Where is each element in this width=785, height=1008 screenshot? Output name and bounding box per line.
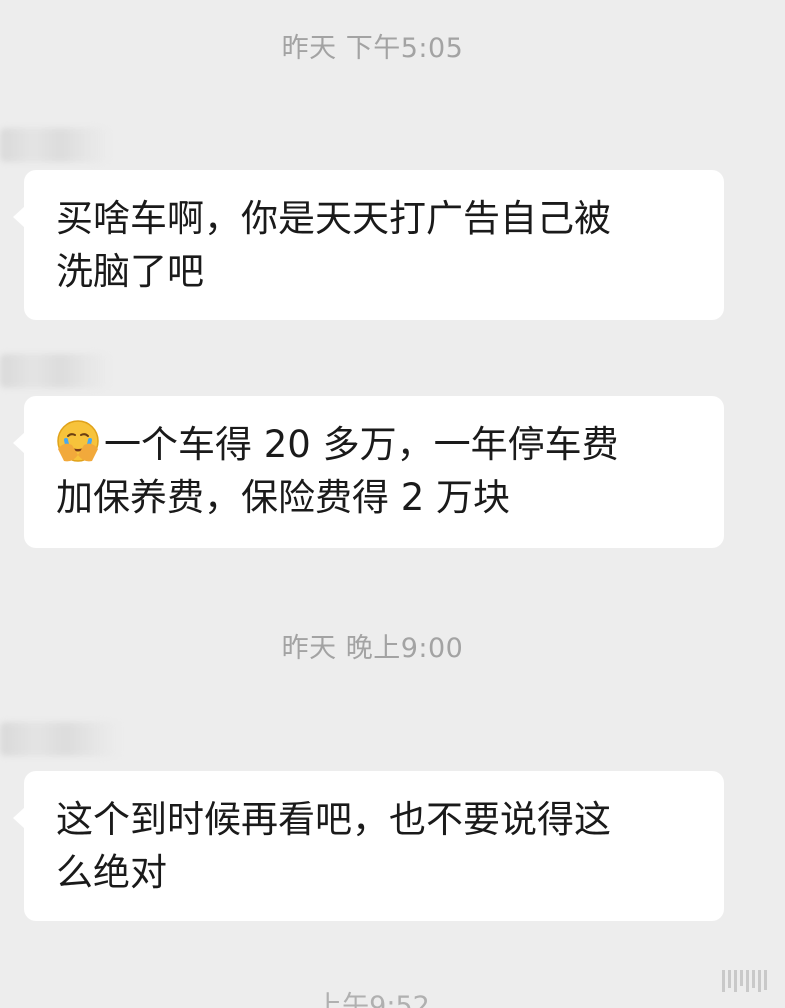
sender-name-redacted bbox=[0, 354, 110, 388]
timestamp-partial: 上午9:52 bbox=[315, 991, 430, 1008]
message-bubble[interactable]: 买啥车啊，你是天天打广告自己被 洗脑了吧 bbox=[13, 170, 724, 320]
timestamp: 昨天 晚上9:00 bbox=[281, 633, 464, 664]
face-palm-crying-emoji-icon bbox=[57, 420, 99, 462]
watermark-icon bbox=[722, 970, 767, 992]
message-text-line: 买啥车啊，你是天天打广告自己被 bbox=[56, 197, 611, 240]
sender-name-redacted bbox=[0, 128, 110, 162]
timestamp: 昨天 下午5:05 bbox=[281, 33, 464, 64]
message-text-line: 么绝对 bbox=[56, 851, 167, 894]
message-text-line: 加保养费，保险费得 2 万块 bbox=[56, 476, 511, 519]
message-bubble[interactable]: 一个车得 20 多万，一年停车费 加保养费，保险费得 2 万块 bbox=[13, 396, 724, 548]
message-bubble[interactable]: 这个到时候再看吧，也不要说得这 么绝对 bbox=[13, 771, 724, 921]
message-text-line: 洗脑了吧 bbox=[56, 250, 204, 293]
chat-view: 昨天 下午5:05 买啥车啊，你是天天打广告自己被 洗脑了吧 一个车得 20 多… bbox=[0, 0, 785, 1008]
message-text-line: 一个车得 20 多万，一年停车费 bbox=[104, 423, 619, 466]
sender-name-redacted bbox=[0, 722, 120, 756]
message-text-line: 这个到时候再看吧，也不要说得这 bbox=[56, 798, 611, 841]
